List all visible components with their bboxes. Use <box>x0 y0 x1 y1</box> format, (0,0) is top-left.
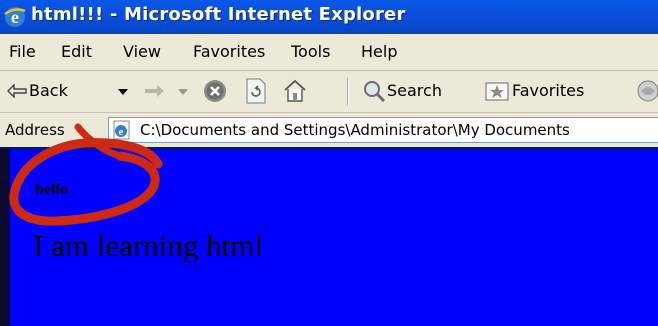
address-bar: Address e C:\Documents and Settings\Admi… <box>0 113 658 147</box>
menu-edit[interactable]: Edit <box>61 42 92 61</box>
address-label: Address <box>5 121 65 139</box>
back-arrow-icon <box>7 84 27 98</box>
menu-favorites[interactable]: Favorites <box>193 42 265 61</box>
forward-arrow-icon[interactable] <box>144 84 166 98</box>
title-bar[interactable]: e html!!! - Microsoft Internet Explorer <box>0 0 658 34</box>
home-icon[interactable] <box>282 78 308 104</box>
page-heading: hello <box>35 181 68 198</box>
menu-view[interactable]: View <box>123 42 161 61</box>
page-text: I am learning html <box>33 228 263 263</box>
stop-icon[interactable] <box>203 79 227 103</box>
menu-bar: File Edit View Favorites Tools Help <box>0 34 658 71</box>
left-frame-edge <box>0 149 10 326</box>
toolbar: Back Search Favorites <box>0 71 658 113</box>
toolbar-separator <box>347 77 348 105</box>
browser-window: e html!!! - Microsoft Internet Explorer … <box>0 0 658 326</box>
media-icon[interactable] <box>636 79 658 103</box>
svg-text:e: e <box>119 126 124 138</box>
back-dropdown-icon[interactable] <box>118 89 128 96</box>
menu-help[interactable]: Help <box>361 42 397 61</box>
menu-tools[interactable]: Tools <box>291 42 330 61</box>
window-title: html!!! - Microsoft Internet Explorer <box>31 4 406 25</box>
search-icon <box>364 81 386 103</box>
search-label: Search <box>387 81 442 100</box>
back-label: Back <box>29 81 68 100</box>
refresh-icon[interactable] <box>244 78 268 104</box>
internet-explorer-icon: e <box>4 7 26 27</box>
page-icon: e <box>113 120 130 140</box>
favorites-label: Favorites <box>512 81 585 100</box>
page-content: hello I am learning html <box>0 147 658 326</box>
forward-dropdown-icon[interactable] <box>178 89 188 96</box>
menu-file[interactable]: File <box>9 42 36 61</box>
favorites-icon <box>485 82 509 101</box>
address-url[interactable]: C:\Documents and Settings\Administrator\… <box>140 121 570 139</box>
